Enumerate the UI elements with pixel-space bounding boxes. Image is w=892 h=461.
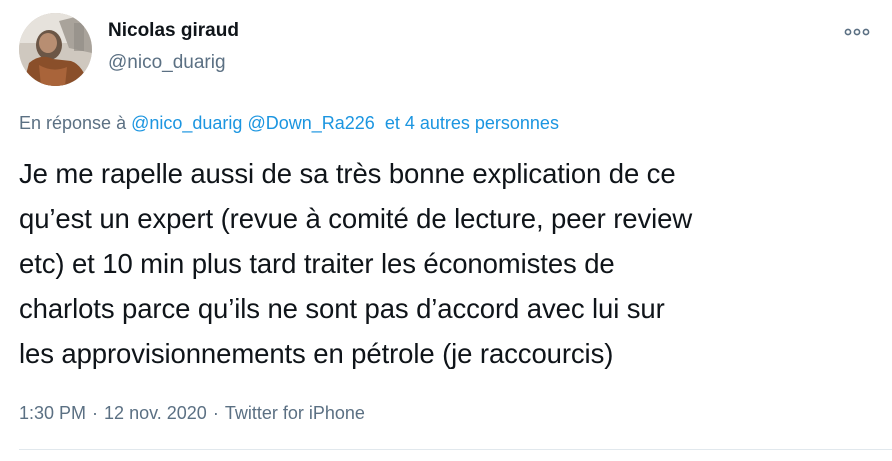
author-display-name[interactable]: Nicolas giraud: [108, 20, 239, 42]
tweet-text-line: qu’est un expert (revue à comité de lect…: [19, 203, 693, 234]
reply-prefix: En réponse à: [19, 113, 127, 133]
tweet-time[interactable]: 1:30 PM: [19, 403, 86, 423]
mention-link-2[interactable]: @Down_Ra226: [247, 113, 374, 133]
tweet-meta: 1:30 PM · 12 nov. 2020 · Twitter for iPhone: [19, 403, 365, 424]
meta-separator: ·: [92, 403, 99, 423]
meta-separator: ·: [212, 403, 219, 423]
mention-link-1[interactable]: @nico_duarig: [131, 113, 242, 133]
tweet-card: Nicolas giraud @nico_duarig En réponse à…: [0, 0, 892, 461]
reply-context: En réponse à @nico_duarig @Down_Ra226 et…: [19, 113, 559, 134]
user-avatar[interactable]: [19, 13, 92, 86]
tweet-text-line: les approvisionnements en pétrole (je ra…: [19, 338, 614, 369]
tweet-source[interactable]: Twitter for iPhone: [225, 403, 365, 423]
divider: [19, 449, 892, 450]
tweet-text-line: Je me rapelle aussi de sa très bonne exp…: [19, 158, 676, 189]
tweet-text: Je me rapelle aussi de sa très bonne exp…: [19, 151, 879, 376]
tweet-date[interactable]: 12 nov. 2020: [104, 403, 207, 423]
more-options-icon[interactable]: [843, 22, 871, 42]
tweet-text-line: etc) et 10 min plus tard traiter les éco…: [19, 248, 615, 279]
tweet-text-line: charlots parce qu’ils ne sont pas d’acco…: [19, 293, 665, 324]
others-link[interactable]: et 4 autres personnes: [385, 113, 559, 133]
author-handle[interactable]: @nico_duarig: [108, 52, 226, 74]
